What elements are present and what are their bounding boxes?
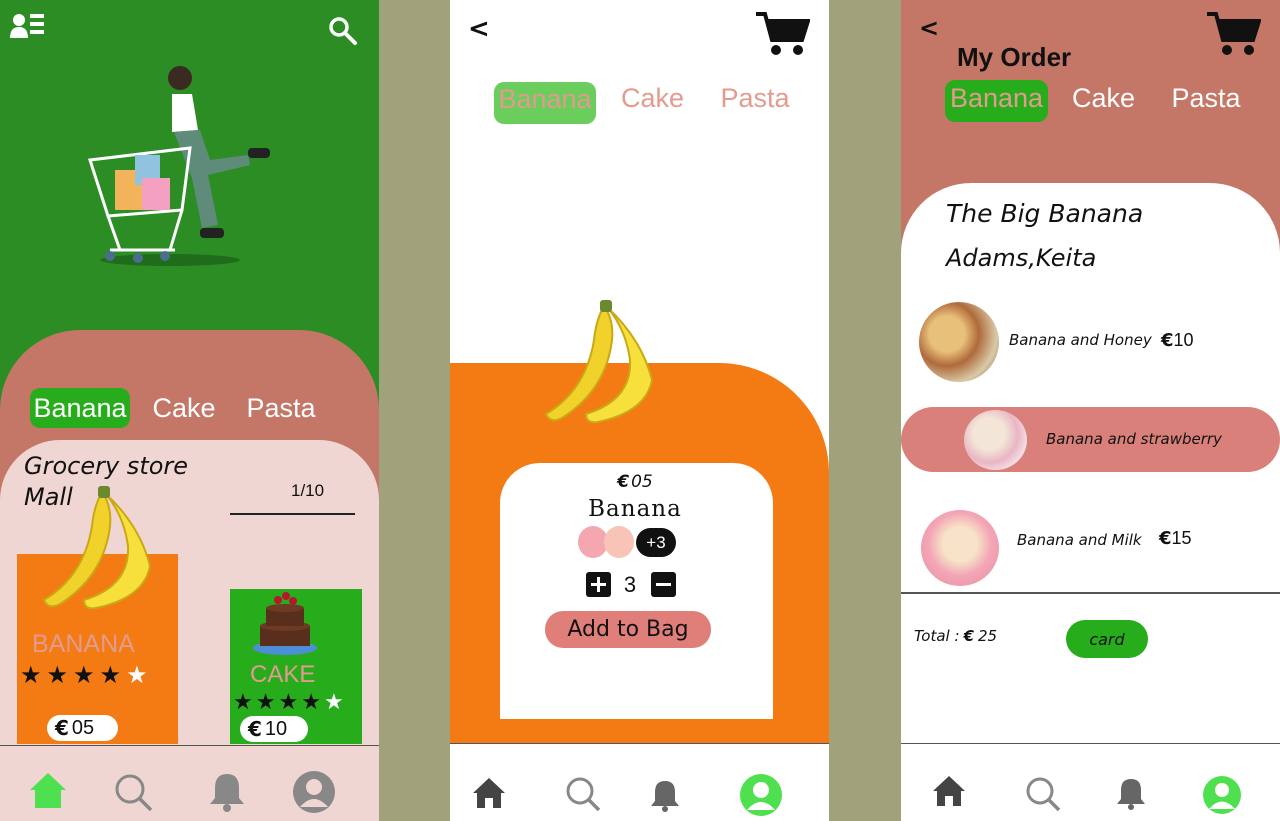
drink-thumbnail <box>604 526 634 558</box>
back-button[interactable]: < <box>468 14 490 44</box>
euro-symbol: € <box>963 627 974 645</box>
profile-icon[interactable] <box>1203 776 1241 814</box>
home-screen: Banana Cake Pasta Grocery store Mall 1/1… <box>0 0 379 821</box>
order-panel <box>901 183 1280 821</box>
home-icon[interactable] <box>932 774 966 808</box>
price-value: 15 <box>1171 528 1192 548</box>
decrement-button[interactable] <box>651 572 676 597</box>
home-icon[interactable] <box>472 776 506 810</box>
cart-icon[interactable] <box>756 12 811 56</box>
item-thumbnail <box>964 410 1027 470</box>
bell-icon[interactable] <box>650 778 680 812</box>
product-detail-screen: < Banana Cake Pasta € 05 Banana +3 3 Add… <box>450 0 829 821</box>
order-total: Total : € 25 <box>914 627 997 645</box>
product-name-cake: CAKE <box>250 661 316 688</box>
pagination-line <box>230 513 355 515</box>
shop-name: The Big Banana <box>946 199 1144 228</box>
detail-price: € 05 <box>590 470 680 494</box>
page-title: My Order <box>957 42 1072 72</box>
extra-count-badge: +3 <box>636 528 676 557</box>
my-order-screen: < My Order Banana Cake Pasta The Big Ban… <box>901 0 1280 821</box>
euro-symbol: € <box>1159 528 1172 549</box>
contact-list-icon[interactable] <box>10 12 46 42</box>
euro-symbol: € <box>1161 330 1174 351</box>
tab-banana[interactable]: Banana <box>30 388 130 428</box>
item-thumbnail <box>921 510 999 586</box>
price-value: 10 <box>264 717 288 740</box>
pagination: 1/10 <box>291 481 325 500</box>
tab-banana[interactable]: Banana <box>945 80 1048 122</box>
cake-image <box>250 586 320 658</box>
banana-image <box>542 300 662 430</box>
cart-icon[interactable] <box>1207 12 1262 56</box>
tab-pasta[interactable]: Pasta <box>715 78 795 118</box>
price-banana: € 05 <box>47 715 118 741</box>
minus-icon <box>656 583 671 586</box>
total-label: Total : <box>914 627 960 645</box>
price-value: 10 <box>1173 330 1194 350</box>
search-icon[interactable] <box>328 16 358 46</box>
item-name: Banana and Honey <box>1009 331 1152 349</box>
price-value: 05 <box>71 716 95 739</box>
price-cake: € 10 <box>240 716 308 742</box>
divider <box>901 592 1280 594</box>
price-value: 05 <box>631 472 653 492</box>
item-price: €10 <box>1161 330 1194 351</box>
tab-banana[interactable]: Banana <box>494 82 596 124</box>
rating-stars-banana: ★ ★ ★ ★ ★ <box>20 661 148 689</box>
bell-icon[interactable] <box>1116 776 1146 810</box>
customer-name: Adams,Keita <box>946 244 1097 272</box>
back-button[interactable]: < <box>919 14 939 42</box>
pay-card-button[interactable]: card <box>1066 620 1148 658</box>
search-icon[interactable] <box>113 772 153 812</box>
euro-symbol: € <box>55 716 69 740</box>
item-thumbnail <box>919 302 999 382</box>
add-to-bag-button[interactable]: Add to Bag <box>545 611 711 648</box>
search-icon[interactable] <box>565 776 601 812</box>
bell-icon[interactable] <box>208 770 246 812</box>
profile-icon[interactable] <box>740 774 782 816</box>
search-icon[interactable] <box>1025 776 1061 812</box>
banana-image <box>40 486 160 616</box>
item-name: Banana and strawberry <box>1046 430 1222 448</box>
tab-pasta[interactable]: Pasta <box>240 388 322 428</box>
item-price: €15 <box>1159 528 1192 549</box>
tab-cake[interactable]: Cake <box>145 388 223 428</box>
shopper-illustration <box>80 60 280 270</box>
euro-symbol: € <box>248 717 262 741</box>
quantity-value: 3 <box>623 572 637 597</box>
total-value: 25 <box>978 627 998 645</box>
home-icon[interactable] <box>28 770 68 810</box>
item-name: Banana and Milk <box>1017 531 1142 549</box>
plus-icon <box>591 577 606 592</box>
euro-symbol: € <box>617 472 630 492</box>
tab-pasta[interactable]: Pasta <box>1166 78 1246 118</box>
tab-cake[interactable]: Cake <box>1066 78 1141 118</box>
product-name: Banana <box>588 496 682 522</box>
rating-stars-cake: ★ ★ ★ ★ ★ <box>233 690 344 715</box>
profile-icon[interactable] <box>293 771 335 813</box>
increment-button[interactable] <box>586 572 611 597</box>
tab-cake[interactable]: Cake <box>615 78 690 118</box>
product-name-banana: BANANA <box>32 630 135 658</box>
